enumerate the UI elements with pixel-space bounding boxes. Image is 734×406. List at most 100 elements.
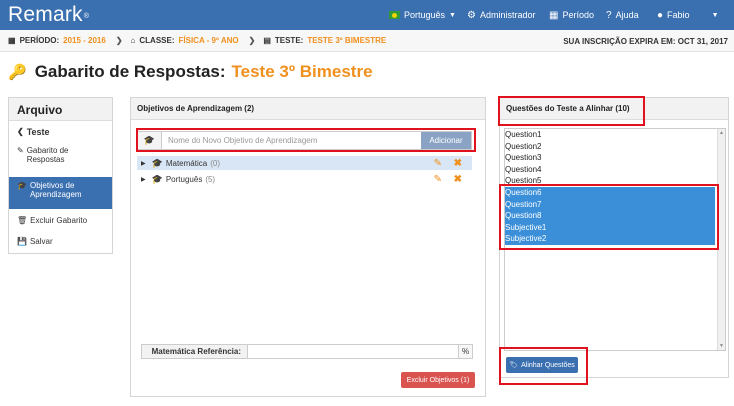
sidebar-item-objectives[interactable]: 🎓 Objetivos de Aprendizagem	[9, 177, 112, 209]
breadcrumb-period[interactable]: ▦ PERÍODO: 2015 - 2016	[8, 36, 106, 45]
reference-input[interactable]	[248, 345, 458, 358]
user-menu[interactable]: ● Fabio ▼	[657, 0, 719, 30]
sidebar-item-label: Excluir Gabarito	[30, 216, 88, 225]
language-label: Português	[404, 10, 446, 20]
objective-name: Matemática	[165, 158, 208, 168]
objectives-panel: Objetivos de Aprendizagem (2) 🎓 Adiciona…	[130, 97, 486, 397]
test-crumb-label: TESTE:	[274, 36, 304, 45]
expand-arrow-icon[interactable]: ▶	[141, 160, 146, 167]
graduation-cap-icon: 🎓	[151, 157, 163, 168]
period-crumb-value: 2015 - 2016	[63, 36, 106, 45]
objective-row-portugues[interactable]: ▶ 🎓 Português (5) ✎ ✖	[137, 172, 472, 186]
help-menu[interactable]: ? Ajuda	[606, 0, 639, 30]
sidebar-item-answer-key[interactable]: ✎ Gabarito de Respostas	[9, 143, 112, 177]
sidebar-item-save[interactable]: 💾 Salvar	[9, 231, 112, 253]
list-item[interactable]: Question7	[505, 198, 715, 211]
test-crumb-value: TESTE 3º BIMESTRE	[307, 36, 387, 45]
list-item[interactable]: Question2	[505, 141, 715, 153]
sidebar-item-label: Gabarito de Respostas	[26, 146, 69, 164]
list-item[interactable]: Subjective1	[505, 221, 715, 234]
admin-label: Administrador	[479, 10, 536, 20]
tag-icon: 🏷	[509, 362, 519, 369]
chevron-right-icon: ❯	[115, 36, 123, 45]
page-title: 🔑 Gabarito de Respostas: Teste 3º Bimest…	[8, 62, 373, 82]
objective-row-matematica[interactable]: ▶ 🎓 Matemática (0) ✎ ✖	[137, 156, 472, 170]
breadcrumb: ▦ PERÍODO: 2015 - 2016 ❯ ⌂ CLASSE: FÍSIC…	[0, 30, 734, 52]
page-title-prefix: Gabarito de Respostas:	[34, 62, 226, 81]
user-icon: ●	[657, 9, 664, 21]
questions-listbox[interactable]: Question1 Question2 Question3 Question4 …	[504, 128, 726, 351]
document-icon: ▤	[263, 36, 271, 45]
add-objective-button[interactable]: Adicionar	[421, 132, 471, 149]
pencil-icon[interactable]: ✎	[434, 158, 442, 169]
questions-heading: Questões do Teste a Alinhar (10)	[500, 98, 728, 120]
expand-arrow-icon[interactable]: ▶	[141, 176, 146, 183]
page-title-test-name: Teste 3º Bimestre	[231, 62, 373, 81]
top-navbar: Remark® Português ▼ ⚙ Administrador ▦ Pe…	[0, 0, 734, 30]
list-item[interactable]: Question8	[505, 210, 715, 222]
file-menu: Arquivo ❮ Teste ✎ Gabarito de Respostas …	[8, 97, 113, 254]
reference-row: Matemática Referência: %	[141, 344, 473, 359]
brand-name: Remark	[8, 3, 83, 26]
breadcrumb-test[interactable]: ▤ TESTE: TESTE 3º BIMESTRE	[263, 36, 386, 45]
objectives-heading: Objetivos de Aprendizagem (2)	[131, 98, 485, 120]
expire-value: OCT 31, 2017	[677, 36, 728, 46]
objective-name: Português	[165, 174, 203, 184]
list-item[interactable]: Question5	[505, 175, 715, 187]
list-item[interactable]: Subjective2	[505, 233, 715, 245]
delete-x-icon[interactable]: ✖	[454, 158, 462, 169]
align-questions-button[interactable]: 🏷 Alinhar Questões	[506, 357, 578, 373]
sidebar-item-test[interactable]: ❮ Teste	[9, 121, 112, 143]
key-icon: 🔑	[8, 64, 27, 81]
caret-down-icon: ▼	[449, 11, 456, 19]
scroll-down-icon[interactable]: ▼	[719, 343, 724, 349]
period-crumb-label: PERÍODO:	[19, 36, 60, 45]
list-item[interactable]: Question1	[505, 129, 715, 141]
class-crumb-label: CLASSE:	[139, 36, 175, 45]
home-icon: ⌂	[130, 36, 136, 45]
file-menu-heading: Arquivo	[9, 98, 112, 121]
objective-count: (5)	[205, 174, 216, 184]
pencil-icon[interactable]: ✎	[434, 174, 442, 185]
floppy-icon: 💾	[17, 237, 27, 246]
reference-label: Matemática Referência:	[142, 345, 248, 358]
calendar-icon: ▦	[8, 36, 16, 45]
brazil-flag-icon	[389, 11, 400, 19]
user-name: Fabio	[667, 10, 690, 20]
sidebar-item-delete-key[interactable]: 🗑 Excluir Gabarito	[9, 209, 112, 231]
period-menu[interactable]: ▦ Período	[549, 0, 594, 30]
new-objective-input[interactable]	[162, 132, 421, 149]
scroll-up-icon[interactable]: ▲	[719, 130, 724, 136]
sidebar-item-label: Salvar	[29, 237, 53, 246]
questions-panel: Questões do Teste a Alinhar (10) Questio…	[499, 97, 729, 378]
edit-icon: ✎	[17, 146, 24, 155]
delete-objectives-button[interactable]: Excluir Objetivos (1)	[401, 372, 475, 388]
question-circle-icon: ?	[606, 9, 612, 21]
chevron-left-icon: ❮	[17, 127, 24, 136]
delete-x-icon[interactable]: ✖	[454, 174, 462, 185]
class-crumb-value: FÍSICA - 9º ANO	[178, 36, 239, 45]
subscription-expiry: SUA INSCRIÇÃO EXPIRA EM: OCT 31, 2017	[563, 30, 728, 52]
sidebar-item-label: Teste	[26, 127, 50, 137]
align-questions-label: Alinhar Questões	[521, 361, 575, 369]
brand-mark: ®	[83, 13, 90, 20]
graduation-cap-icon: 🎓	[138, 132, 162, 149]
graduation-cap-icon: 🎓	[151, 173, 163, 184]
list-item[interactable]: Question6	[505, 186, 715, 199]
brand-logo[interactable]: Remark®	[8, 3, 89, 27]
period-label: Período	[562, 10, 594, 20]
chevron-right-icon: ❯	[248, 36, 256, 45]
sidebar-item-label: Objetivos de Aprendizagem	[29, 181, 82, 199]
new-objective-group: 🎓 Adicionar	[137, 131, 472, 150]
calendar-icon: ▦	[549, 9, 559, 21]
graduation-cap-icon: 🎓	[17, 181, 27, 190]
percent-addon: %	[458, 345, 472, 358]
listbox-scrollbar[interactable]: ▲ ▼	[717, 129, 725, 350]
expire-label: SUA INSCRIÇÃO EXPIRA EM:	[563, 36, 676, 46]
admin-menu[interactable]: ⚙ Administrador	[467, 0, 536, 30]
breadcrumb-class[interactable]: ⌂ CLASSE: FÍSICA - 9º ANO	[131, 36, 239, 45]
list-item[interactable]: Question4	[505, 164, 715, 176]
list-item[interactable]: Question3	[505, 152, 715, 164]
language-menu[interactable]: Português ▼	[389, 0, 456, 30]
trash-icon: 🗑	[17, 216, 28, 225]
